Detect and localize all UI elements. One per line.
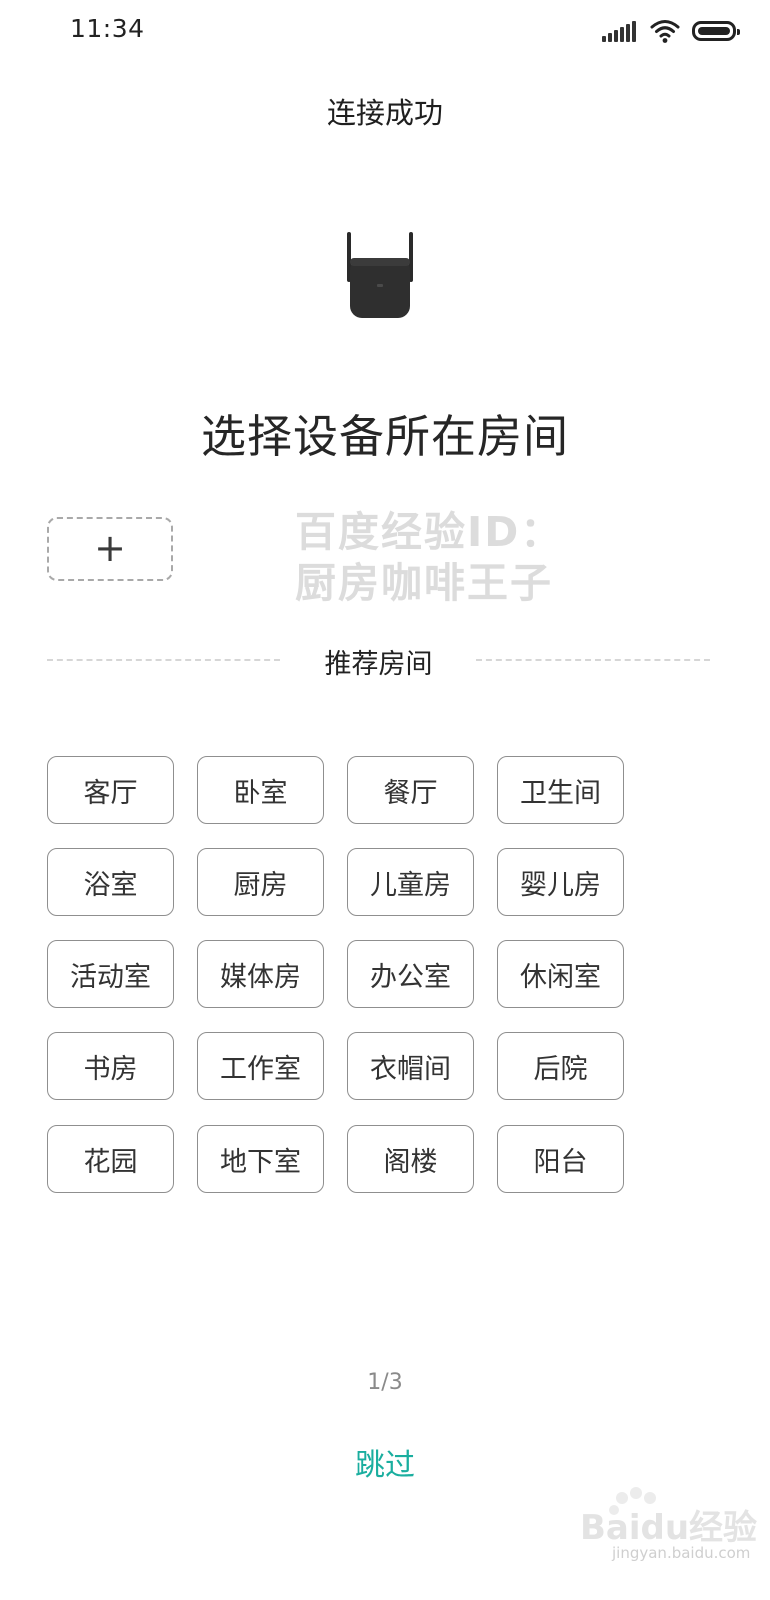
- room-chip[interactable]: 工作室: [197, 1032, 324, 1100]
- room-chip[interactable]: 媒体房: [197, 940, 324, 1008]
- room-chip[interactable]: 办公室: [347, 940, 474, 1008]
- room-chip[interactable]: 地下室: [197, 1125, 324, 1193]
- room-chip[interactable]: 餐厅: [347, 756, 474, 824]
- add-room-button[interactable]: +: [47, 517, 173, 581]
- status-icons: [602, 16, 740, 46]
- room-chip[interactable]: 浴室: [47, 848, 174, 916]
- baidu-jingyan-logo: Baidu经验: [580, 1508, 758, 1548]
- status-bar: 11:34: [0, 0, 770, 64]
- room-chip[interactable]: 厨房: [197, 848, 324, 916]
- room-chip[interactable]: 衣帽间: [347, 1032, 474, 1100]
- room-chip[interactable]: 婴儿房: [497, 848, 624, 916]
- room-chip[interactable]: 卧室: [197, 756, 324, 824]
- room-chip[interactable]: 儿童房: [347, 848, 474, 916]
- baidu-jingyan-url: jingyan.baidu.com: [612, 1544, 751, 1562]
- plus-icon: +: [94, 525, 126, 570]
- skip-button[interactable]: 跳过: [0, 1440, 770, 1484]
- divider-line-right: [476, 659, 710, 661]
- room-chip[interactable]: 卫生间: [497, 756, 624, 824]
- room-chip[interactable]: 阁楼: [347, 1125, 474, 1193]
- range-extender-device-icon: [347, 232, 413, 318]
- watermark-text: 百度经验ID： 厨房咖啡王子: [295, 507, 563, 609]
- watermark-line-1: 百度经验ID：: [295, 508, 564, 556]
- status-time: 11:34: [70, 14, 145, 43]
- battery-icon: [692, 21, 740, 41]
- signal-icon: [602, 20, 636, 42]
- recommended-divider: 推荐房间: [47, 640, 710, 680]
- page-title: 连接成功: [326, 96, 443, 130]
- room-chip[interactable]: 书房: [47, 1032, 174, 1100]
- room-chip[interactable]: 后院: [497, 1032, 624, 1100]
- room-chip[interactable]: 活动室: [47, 940, 174, 1008]
- room-chip[interactable]: 客厅: [47, 756, 174, 824]
- room-chip[interactable]: 休闲室: [497, 940, 624, 1008]
- room-chip[interactable]: 阳台: [497, 1125, 624, 1193]
- page-indicator: 1/3: [367, 1370, 403, 1395]
- wifi-icon: [650, 20, 680, 43]
- recommended-label: 推荐房间: [324, 649, 433, 680]
- room-chip[interactable]: 花园: [47, 1125, 174, 1193]
- watermark-line-2: 厨房咖啡王子: [295, 559, 553, 607]
- select-room-heading: 选择设备所在房间: [200, 410, 569, 463]
